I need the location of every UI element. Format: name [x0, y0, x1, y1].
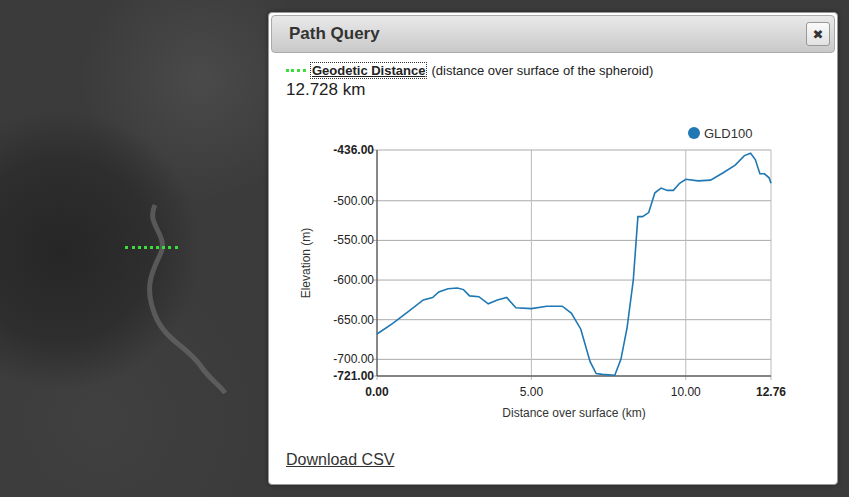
grid-line	[373, 150, 771, 151]
x-axis	[377, 376, 771, 377]
x-axis-label: Distance over surface (km)	[502, 406, 645, 420]
geodetic-link[interactable]: Geodetic Distance	[311, 63, 426, 78]
x-tick-label: 10.00	[671, 385, 701, 399]
close-button[interactable]: ✖	[806, 22, 830, 46]
grid-line	[373, 240, 771, 241]
legend-dot-icon	[688, 127, 700, 139]
path-query-dialog[interactable]: Path Query ✖ Geodetic Distance (distance ov…	[268, 12, 838, 485]
y-tick-label: -600.00	[333, 273, 374, 287]
y-tick-label: -650.00	[333, 313, 374, 327]
y-tick-label: -550.00	[333, 233, 374, 247]
grid-line	[373, 376, 771, 377]
grid-line	[685, 150, 686, 380]
legend-label[interactable]: GLD100	[704, 126, 752, 141]
path-legend-icon	[286, 69, 306, 72]
grid	[373, 150, 771, 380]
measure-note: (distance over surface of the spheroid)	[431, 63, 653, 78]
x-tick-label: 0.00	[365, 385, 389, 399]
grid-line	[373, 280, 771, 281]
y-tick-label: -436.00	[333, 143, 374, 157]
grid-line	[373, 200, 771, 201]
y-tick-label: -700.00	[333, 352, 374, 366]
series: GLD100	[377, 126, 771, 375]
grid-line	[531, 150, 532, 380]
y-axis	[377, 150, 378, 376]
elevation-chart[interactable]: -436.00 -500.00 -550.00 -600.00 -650.00 -700.…	[286, 120, 826, 425]
grid-line	[373, 319, 771, 320]
path-line[interactable]	[125, 246, 178, 249]
y-tick-label: -500.00	[333, 194, 374, 208]
dialog-header[interactable]: Path Query ✖	[271, 15, 835, 53]
download-csv-link[interactable]: Download CSV	[286, 451, 395, 469]
map-view[interactable]: Path Query ✖ Geodetic Distance (distance ov…	[0, 0, 849, 497]
dialog-title: Path Query	[289, 24, 380, 44]
distance-value: 12.728 km	[286, 80, 835, 100]
grid-line	[373, 359, 771, 360]
measure-line: Geodetic Distance (distance over surface …	[286, 63, 835, 78]
x-tick-label: 12.76	[756, 385, 786, 399]
grid-line	[377, 150, 378, 380]
grid-line	[771, 150, 772, 380]
dialog-body: Geodetic Distance (distance over surface …	[271, 53, 835, 482]
elevation-line[interactable]	[377, 153, 771, 375]
x-tick-label: 5.00	[520, 385, 544, 399]
y-axis-label: Elevation (m)	[299, 228, 313, 299]
rille-feature	[125, 195, 245, 395]
y-tick-label: -721.00	[333, 369, 374, 383]
